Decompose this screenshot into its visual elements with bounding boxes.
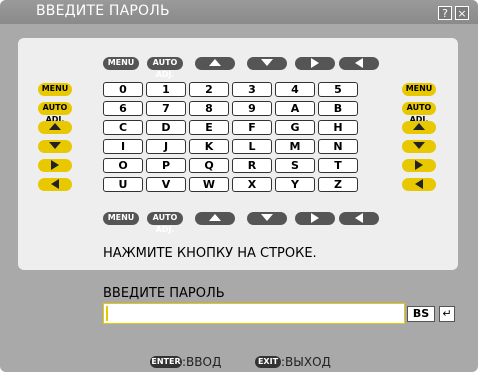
enter-icon[interactable]: ↵ — [439, 306, 455, 322]
key-a[interactable]: A — [275, 101, 315, 116]
up-arrow-icon — [49, 123, 61, 130]
bottom-row-auto-adj-button[interactable]: AUTO ADJ. — [147, 212, 183, 234]
key-m[interactable]: M — [275, 139, 315, 154]
up-arrow-icon — [413, 123, 425, 130]
up-arrow-icon — [209, 214, 221, 221]
key-v[interactable]: V — [146, 177, 186, 192]
backspace-button[interactable]: BS — [407, 306, 435, 322]
keyboard-panel — [18, 38, 458, 270]
left-arrow-icon — [415, 178, 423, 189]
key-c[interactable]: C — [103, 120, 143, 135]
left-side-right-arrow-icon[interactable] — [38, 159, 72, 172]
key-5[interactable]: 5 — [318, 82, 358, 97]
instruction-text: НАЖМИТЕ КНОПКУ НА СТРОКЕ. — [103, 246, 317, 261]
right-side-menu-button[interactable]: MENU — [402, 83, 436, 96]
right-arrow-icon — [51, 159, 59, 170]
top-row-auto-adj-button[interactable]: AUTO ADJ. — [147, 57, 183, 79]
key-w[interactable]: W — [189, 177, 229, 192]
key-r[interactable]: R — [232, 158, 272, 173]
bottom-row-up-arrow-icon[interactable] — [195, 212, 235, 225]
password-label: ВВЕДИТЕ ПАРОЛЬ — [103, 286, 225, 301]
key-d[interactable]: D — [146, 120, 186, 135]
bottom-row-left-arrow-icon[interactable] — [339, 212, 379, 225]
top-row-menu-button[interactable]: MENU — [103, 57, 139, 70]
key-7[interactable]: 7 — [146, 101, 186, 116]
enter-key-badge: ENTER — [150, 356, 182, 368]
down-arrow-icon — [261, 59, 273, 66]
key-2[interactable]: 2 — [189, 82, 229, 97]
top-row-left-arrow-icon[interactable] — [339, 57, 379, 70]
key-x[interactable]: X — [232, 177, 272, 192]
key-9[interactable]: 9 — [232, 101, 272, 116]
key-t[interactable]: T — [318, 158, 358, 173]
key-u[interactable]: U — [103, 177, 143, 192]
key-b[interactable]: B — [318, 101, 358, 116]
right-side-left-arrow-icon[interactable] — [402, 178, 436, 191]
key-s[interactable]: S — [275, 158, 315, 173]
key-g[interactable]: G — [275, 120, 315, 135]
key-o[interactable]: O — [103, 158, 143, 173]
exit-key-badge: EXIT — [255, 356, 281, 368]
key-f[interactable]: F — [232, 120, 272, 135]
key-e[interactable]: E — [189, 120, 229, 135]
key-i[interactable]: I — [103, 139, 143, 154]
left-side-up-arrow-icon[interactable] — [38, 121, 72, 134]
down-arrow-icon — [413, 142, 425, 149]
exit-hint-text: :ВЫХОД — [281, 355, 331, 369]
right-side-up-arrow-icon[interactable] — [402, 121, 436, 134]
key-z[interactable]: Z — [318, 177, 358, 192]
right-side-right-arrow-icon[interactable] — [402, 159, 436, 172]
footer-hints: ENTER :ВВОД EXIT :ВЫХОД — [0, 352, 478, 372]
top-row-down-arrow-icon[interactable] — [247, 57, 287, 70]
right-side-down-arrow-icon[interactable] — [402, 140, 436, 153]
right-side-auto-adj-button[interactable]: AUTO ADJ. — [402, 102, 436, 124]
key-8[interactable]: 8 — [189, 101, 229, 116]
close-button[interactable]: × — [455, 6, 469, 20]
key-0[interactable]: 0 — [103, 82, 143, 97]
down-arrow-icon — [49, 142, 61, 149]
right-arrow-icon — [311, 57, 319, 68]
password-input[interactable] — [103, 303, 405, 324]
left-arrow-icon — [51, 178, 59, 189]
password-dialog: ВВЕДИТЕ ПАРОЛЬ ? × MENU AUTO ADJ. MENU AUTO… — [0, 0, 478, 372]
key-1[interactable]: 1 — [146, 82, 186, 97]
title-bar: ВВЕДИТЕ ПАРОЛЬ ? × — [0, 0, 478, 24]
key-j[interactable]: J — [146, 139, 186, 154]
bottom-row-menu-button[interactable]: MENU — [103, 212, 139, 225]
up-arrow-icon — [209, 59, 221, 66]
text-caret — [106, 306, 108, 321]
key-3[interactable]: 3 — [232, 82, 272, 97]
top-row-up-arrow-icon[interactable] — [195, 57, 235, 70]
down-arrow-icon — [261, 214, 273, 221]
help-button[interactable]: ? — [438, 6, 452, 20]
key-q[interactable]: Q — [189, 158, 229, 173]
key-k[interactable]: K — [189, 139, 229, 154]
key-6[interactable]: 6 — [103, 101, 143, 116]
left-side-down-arrow-icon[interactable] — [38, 140, 72, 153]
left-side-menu-button[interactable]: MENU — [38, 83, 72, 96]
enter-hint-text: :ВВОД — [182, 355, 222, 369]
left-side-auto-adj-button[interactable]: AUTO ADJ. — [38, 102, 72, 124]
key-n[interactable]: N — [318, 139, 358, 154]
bottom-row-down-arrow-icon[interactable] — [247, 212, 287, 225]
key-4[interactable]: 4 — [275, 82, 315, 97]
top-row-right-arrow-icon[interactable] — [295, 57, 335, 70]
left-arrow-icon — [355, 57, 363, 68]
bottom-row-right-arrow-icon[interactable] — [295, 212, 335, 225]
left-side-left-arrow-icon[interactable] — [38, 178, 72, 191]
left-arrow-icon — [355, 212, 363, 223]
key-p[interactable]: P — [146, 158, 186, 173]
key-h[interactable]: H — [318, 120, 358, 135]
dialog-title: ВВЕДИТЕ ПАРОЛЬ — [36, 3, 170, 19]
key-y[interactable]: Y — [275, 177, 315, 192]
right-arrow-icon — [311, 212, 319, 223]
right-arrow-icon — [415, 159, 423, 170]
key-l[interactable]: L — [232, 139, 272, 154]
